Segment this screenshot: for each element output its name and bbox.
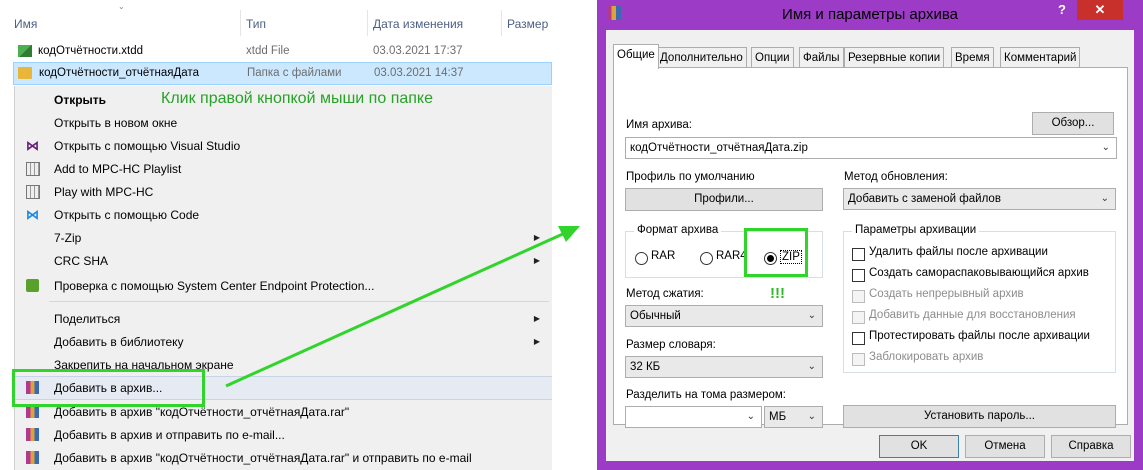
close-button[interactable]: ✕ [1077, 0, 1123, 20]
update-method-select[interactable]: Добавить с заменой файлов ⌄ [843, 188, 1116, 210]
dictionary-size-label: Размер словаря: [626, 339, 716, 351]
chevron-down-icon: ⌄ [746, 411, 755, 422]
tab-files[interactable]: Файлы [799, 47, 844, 68]
option-lock: Заблокировать архив [869, 351, 984, 363]
option-test: Протестировать файлы после архивации [869, 330, 1090, 342]
option-recovery: Добавить данные для восстановления [869, 309, 1076, 321]
split-volumes-label: Разделить на тома размером: [626, 389, 786, 401]
highlight-box-zip [744, 228, 808, 277]
chevron-down-icon: ⌄ [807, 310, 816, 321]
radio-rar4[interactable] [700, 252, 713, 265]
help-button[interactable]: Справка [1051, 435, 1131, 458]
browse-button[interactable]: Обзор... [1032, 112, 1114, 135]
archive-dialog: Имя и параметры архива ? ✕ Общие Дополни… [597, 0, 1143, 470]
tab-options[interactable]: Опции [751, 47, 794, 68]
radio-rar-label: RAR [651, 250, 676, 262]
option-sfx: Создать самораспаковывающийся архив [869, 267, 1089, 279]
split-unit-select[interactable]: МБ ⌄ [764, 406, 823, 428]
chevron-down-icon: ⌄ [807, 411, 816, 422]
radio-rar4-label: RAR4 [716, 250, 747, 262]
chevron-down-icon: ⌄ [1100, 193, 1109, 204]
cancel-button[interactable]: Отмена [965, 435, 1045, 458]
dialog-body: Общие Дополнительно Опции Файлы Резервны… [606, 30, 1134, 461]
exclamation-annotation: !!! [770, 285, 785, 302]
checkbox-sfx[interactable] [852, 269, 865, 282]
profiles-button[interactable]: Профили... [625, 188, 823, 211]
checkbox-solid[interactable] [852, 290, 865, 303]
checkbox-delete-after[interactable] [852, 248, 865, 261]
archive-name-label: Имя архива: [626, 119, 693, 131]
archive-name-input[interactable]: кодОтчётности_отчётнаяДата.zip ⌄ [625, 137, 1117, 159]
compression-method-label: Метод сжатия: [626, 288, 704, 300]
dictionary-size-select[interactable]: 32 КБ ⌄ [625, 356, 823, 378]
ok-button[interactable]: OK [879, 435, 959, 458]
set-password-button[interactable]: Установить пароль... [843, 405, 1116, 428]
archive-options-group: Параметры архивации Удалить файлы после … [843, 224, 1116, 373]
split-volumes-input[interactable]: ⌄ [625, 406, 762, 428]
radio-rar[interactable] [635, 252, 648, 265]
checkbox-recovery[interactable] [852, 311, 865, 324]
tab-backup[interactable]: Резервные копии [844, 47, 945, 68]
checkbox-lock[interactable] [852, 353, 865, 366]
update-method-label: Метод обновления: [844, 171, 948, 183]
tab-panel-general: Имя архива: Обзор... кодОтчётности_отчёт… [613, 67, 1128, 428]
checkbox-test[interactable] [852, 332, 865, 345]
help-title-button[interactable]: ? [1049, 0, 1075, 20]
tab-comment[interactable]: Комментарий [1000, 47, 1081, 68]
tab-advanced[interactable]: Дополнительно [656, 47, 747, 68]
compression-method-select[interactable]: Обычный ⌄ [625, 305, 823, 327]
tab-general[interactable]: Общие [613, 44, 659, 69]
tab-time[interactable]: Время [951, 47, 994, 68]
option-delete-after: Удалить файлы после архивации [869, 246, 1048, 258]
option-solid: Создать непрерывный архив [869, 288, 1024, 300]
chevron-down-icon: ⌄ [1101, 142, 1110, 153]
default-profile-label: Профиль по умолчанию [626, 171, 755, 183]
chevron-down-icon: ⌄ [807, 361, 816, 372]
